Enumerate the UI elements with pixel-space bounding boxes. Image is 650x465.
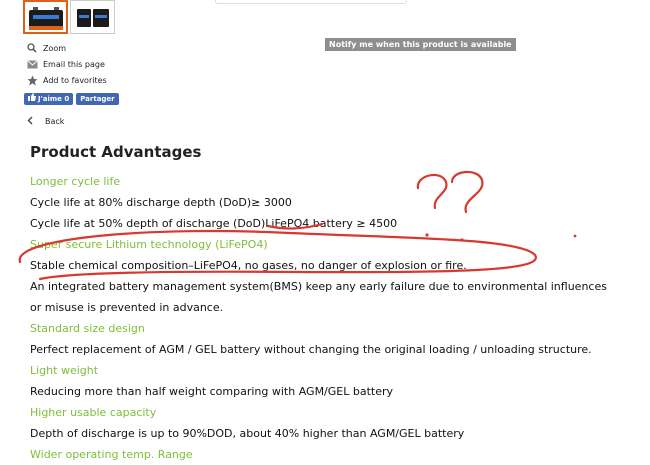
facebook-share-button[interactable]: Partager bbox=[76, 93, 119, 105]
product-actions: Zoom Email this page Add to favorites bbox=[25, 40, 107, 88]
email-label: Email this page bbox=[43, 59, 105, 69]
advantage-text: Stable chemical composition–LiFePO4, no … bbox=[30, 259, 467, 272]
header-fragment bbox=[215, 0, 407, 4]
advantage-text: Cycle life at 80% discharge depth (DoD)≥… bbox=[30, 196, 292, 209]
advantage-title: Light weight bbox=[30, 364, 99, 377]
thumbs-up-icon bbox=[28, 93, 36, 105]
zoom-link[interactable]: Zoom bbox=[25, 40, 107, 56]
advantage-text: Perfect replacement of AGM / GEL battery… bbox=[30, 343, 592, 356]
star-icon bbox=[25, 75, 39, 86]
advantage-text: Cycle life at 50% depth of discharge (Do… bbox=[30, 217, 398, 230]
advantage-title: Standard size design bbox=[30, 322, 145, 335]
section-heading: Product Advantages bbox=[30, 143, 202, 161]
advantage-text: Depth of discharge is up to 90%DOD, abou… bbox=[30, 427, 465, 440]
advantage-text: Reducing more than half weight comparing… bbox=[30, 385, 394, 398]
advantage-text: or misuse is prevented in advance. bbox=[30, 301, 224, 314]
advantage-title: Higher usable capacity bbox=[30, 406, 157, 419]
advantage-title: Wider operating temp. Range bbox=[30, 448, 193, 461]
advantage-title: Super secure Lithium technology (LiFePO4… bbox=[30, 238, 268, 251]
like-label: J'aime 0 bbox=[38, 95, 70, 103]
advantage-title: Longer cycle life bbox=[30, 175, 121, 188]
battery-image bbox=[28, 7, 63, 30]
product-advantages: Product Advantages Longer cycle life Cycl… bbox=[30, 141, 650, 465]
search-icon bbox=[25, 43, 39, 53]
share-label: Partager bbox=[80, 95, 115, 103]
email-icon bbox=[25, 59, 39, 69]
thumbnail-battery-1[interactable] bbox=[23, 0, 68, 34]
notify-me-button[interactable]: Notify me when this product is available bbox=[325, 38, 516, 51]
social-buttons: J'aime 0 Partager bbox=[24, 93, 119, 105]
facebook-like-button[interactable]: J'aime 0 bbox=[24, 93, 74, 105]
chevron-left-icon bbox=[27, 116, 33, 127]
back-label: Back bbox=[45, 117, 65, 126]
email-link[interactable]: Email this page bbox=[25, 56, 107, 72]
advantages-list: Longer cycle life Cycle life at 80% disch… bbox=[30, 171, 650, 465]
thumbnail-battery-2[interactable] bbox=[70, 0, 115, 34]
favorites-label: Add to favorites bbox=[43, 75, 107, 85]
zoom-label: Zoom bbox=[43, 43, 67, 53]
back-link[interactable]: Back bbox=[27, 116, 64, 127]
favorites-link[interactable]: Add to favorites bbox=[25, 72, 107, 88]
advantage-text: An integrated battery management system(… bbox=[30, 280, 607, 293]
battery-image bbox=[76, 9, 109, 27]
product-thumbnails bbox=[23, 0, 115, 34]
